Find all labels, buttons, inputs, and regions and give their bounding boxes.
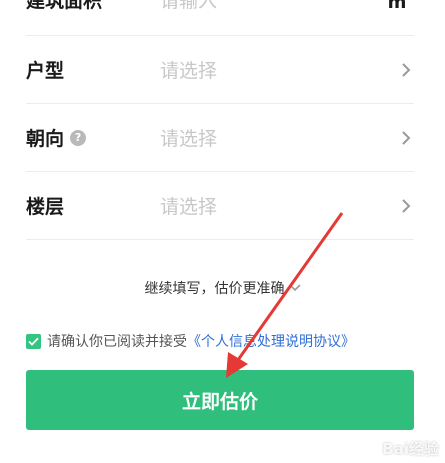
estimate-button[interactable]: 立即估价: [26, 370, 414, 430]
watermark-logo: Bai经验: [382, 438, 439, 459]
check-icon: [28, 337, 39, 346]
help-icon[interactable]: ?: [70, 129, 87, 146]
chevron-down-icon: [288, 284, 301, 292]
area-label: 建筑面积: [26, 0, 103, 12]
chevron-right-icon: [402, 62, 411, 77]
more-fields-label: 继续填写，估价更准确: [144, 281, 285, 297]
layout-select[interactable]: 请选择: [160, 56, 400, 83]
floor-select[interactable]: 请选择: [160, 192, 400, 219]
area-input[interactable]: 请输入: [160, 0, 388, 13]
more-fields-toggle[interactable]: 继续填写，估价更准确: [0, 278, 445, 298]
area-row[interactable]: 建筑面积 请输入 m2: [26, 0, 414, 36]
estimate-form: 建筑面积 请输入 m2 户型 请选择 朝向 ? 请选择 楼层 请选择: [26, 0, 414, 240]
agreement-line: 请确认你已阅读并接受 《个人信息处理说明协议》: [26, 331, 355, 351]
floor-row[interactable]: 楼层 请选择: [26, 172, 414, 240]
agreement-link[interactable]: 《个人信息处理说明协议》: [187, 331, 355, 351]
orientation-select[interactable]: 请选择: [160, 124, 400, 151]
orientation-row[interactable]: 朝向 ? 请选择: [26, 104, 414, 172]
area-unit: m2: [387, 0, 414, 13]
layout-label: 户型: [26, 60, 65, 82]
chevron-right-icon: [402, 198, 411, 213]
layout-row[interactable]: 户型 请选择: [26, 36, 414, 104]
agreement-text: 请确认你已阅读并接受: [47, 334, 187, 350]
agreement-checkbox[interactable]: [26, 333, 41, 349]
chevron-right-icon: [402, 130, 411, 145]
floor-label: 楼层: [26, 196, 65, 218]
watermark-text: Bai经验: [382, 440, 439, 458]
orientation-label: 朝向 ?: [26, 124, 160, 151]
